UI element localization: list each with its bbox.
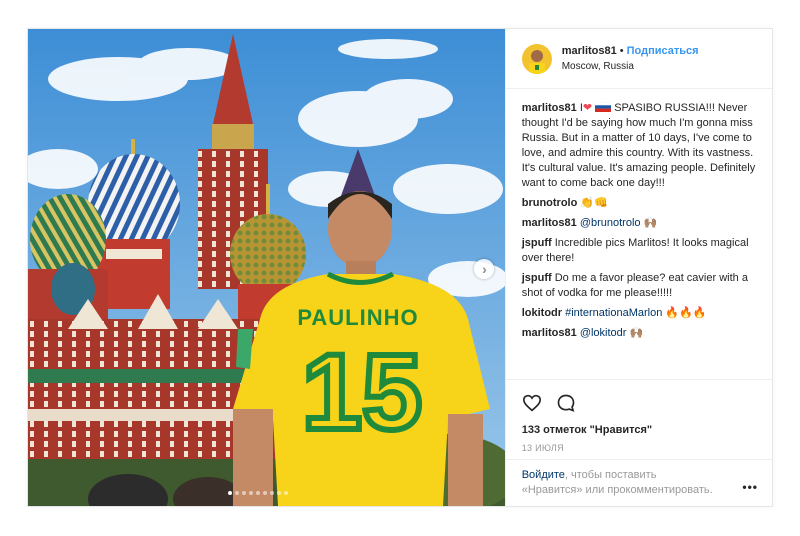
comment-row: lokitodr #internationaMarlon 🔥🔥🔥 (522, 306, 756, 321)
likes-count[interactable]: 133 отметок "Нравится" (522, 424, 758, 436)
separator: • (619, 44, 624, 57)
avatar[interactable] (521, 43, 552, 74)
post-actions: 133 отметок "Нравится" 13 ИЮЛЯ (505, 379, 772, 453)
login-text-2: «Нравится» или прокомментировать. (521, 484, 713, 496)
comment-username[interactable]: lokitodr (522, 307, 562, 319)
comment-row: jspuff Do me a favor please? eat cavier … (522, 271, 756, 301)
carousel-dots (228, 491, 288, 495)
carousel-dot[interactable] (228, 491, 232, 495)
comment-mention[interactable]: @brunotrolo (580, 217, 641, 229)
caption-text: SPASIBO RUSSIA!!! Never thought I'd be s… (521, 102, 756, 189)
next-photo-button[interactable]: › (474, 259, 494, 279)
carousel-dot[interactable] (256, 491, 260, 495)
carousel-dot[interactable] (249, 491, 253, 495)
carousel-dot[interactable] (284, 491, 288, 495)
caption-username[interactable]: marlitos81 (522, 102, 577, 114)
comment-row: marlitos81 @brunotrolo 🙌🏽 (522, 216, 756, 231)
comment-username[interactable]: marlitos81 (522, 327, 577, 339)
post-photo[interactable]: PAULINHO 15 › (28, 29, 505, 506)
comment-username[interactable]: jspuff (522, 237, 552, 249)
comment-username[interactable]: jspuff (522, 272, 552, 284)
comment-username[interactable]: brunotrolo (522, 197, 578, 209)
more-options-button[interactable]: ••• (742, 480, 758, 494)
carousel-dot[interactable] (277, 491, 281, 495)
jersey-number: 15 (302, 331, 422, 452)
comment-text: Incredible pics Marlitos! It looks magic… (521, 237, 749, 264)
follow-button[interactable]: Подписаться (627, 45, 699, 57)
jersey-name: PAULINHO (297, 305, 418, 330)
photo-illustration: PAULINHO 15 (28, 29, 505, 506)
comments-list: marlitos81 I❤ SPASIBO RUSSIA!!! Never th… (506, 89, 772, 381)
comment-row: brunotrolo 👏👊 (522, 196, 756, 211)
author-username[interactable]: marlitos81 (562, 45, 617, 57)
carousel-dot[interactable] (263, 491, 267, 495)
login-text-1: , чтобы поставить (564, 469, 657, 481)
post-date: 13 ИЮЛЯ (521, 443, 564, 453)
comment-row: jspuff Incredible pics Marlitos! It look… (522, 236, 756, 266)
login-link[interactable]: Войдите (522, 469, 565, 481)
comment-mention[interactable]: #internationaMarlon (565, 307, 662, 319)
comment-mention[interactable]: @lokitodr (580, 327, 627, 339)
comment-username[interactable]: marlitos81 (522, 217, 577, 229)
caption: marlitos81 I❤ SPASIBO RUSSIA!!! Never th… (522, 101, 756, 191)
instagram-post: PAULINHO 15 › marlitos81 • Подписаться M… (27, 28, 773, 507)
russia-flag-icon (595, 102, 612, 112)
carousel-dot[interactable] (242, 491, 246, 495)
comment-text: Do me a favor please? eat cavier with a … (521, 272, 748, 299)
post-header: marlitos81 • Подписаться Moscow, Russia (505, 29, 772, 89)
login-prompt: Войдите, чтобы поставить «Нравится» или … (505, 459, 772, 506)
heart-emoji: ❤ (582, 102, 593, 114)
speech-bubble-icon[interactable] (556, 393, 576, 413)
carousel-dot[interactable] (235, 491, 239, 495)
location-link[interactable]: Moscow, Russia (562, 59, 699, 74)
comment-text: 🔥🔥🔥 (665, 307, 707, 319)
chevron-right-icon: › (482, 261, 487, 277)
comment-text: 🙌🏽 (629, 327, 644, 339)
comment-text: 👏👊 (580, 197, 608, 209)
comment-text: 🙌🏽 (643, 217, 658, 229)
carousel-dot[interactable] (270, 491, 274, 495)
post-sidebar: marlitos81 • Подписаться Moscow, Russia ma… (504, 29, 772, 506)
comment-row: marlitos81 @lokitodr 🙌🏽 (522, 326, 756, 341)
heart-outline-icon[interactable] (522, 394, 542, 412)
